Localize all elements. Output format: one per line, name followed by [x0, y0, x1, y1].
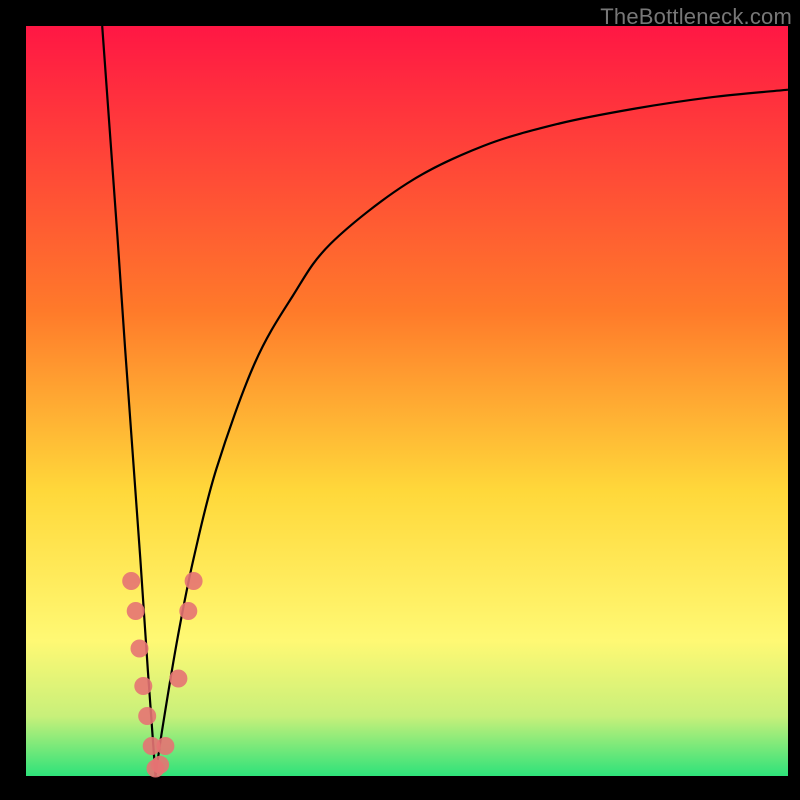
bottleneck-chart: TheBottleneck.com — [0, 0, 800, 800]
marker-point — [134, 677, 152, 695]
marker-point — [156, 737, 174, 755]
marker-point — [131, 640, 149, 658]
plot-area — [26, 26, 788, 778]
watermark-text: TheBottleneck.com — [600, 4, 792, 30]
marker-point — [122, 572, 140, 590]
chart-canvas — [0, 0, 800, 800]
gradient-background — [26, 26, 788, 776]
marker-point — [169, 670, 187, 688]
marker-point — [185, 572, 203, 590]
marker-point — [127, 602, 145, 620]
marker-point — [179, 602, 197, 620]
marker-point — [151, 756, 169, 774]
marker-point — [138, 707, 156, 725]
